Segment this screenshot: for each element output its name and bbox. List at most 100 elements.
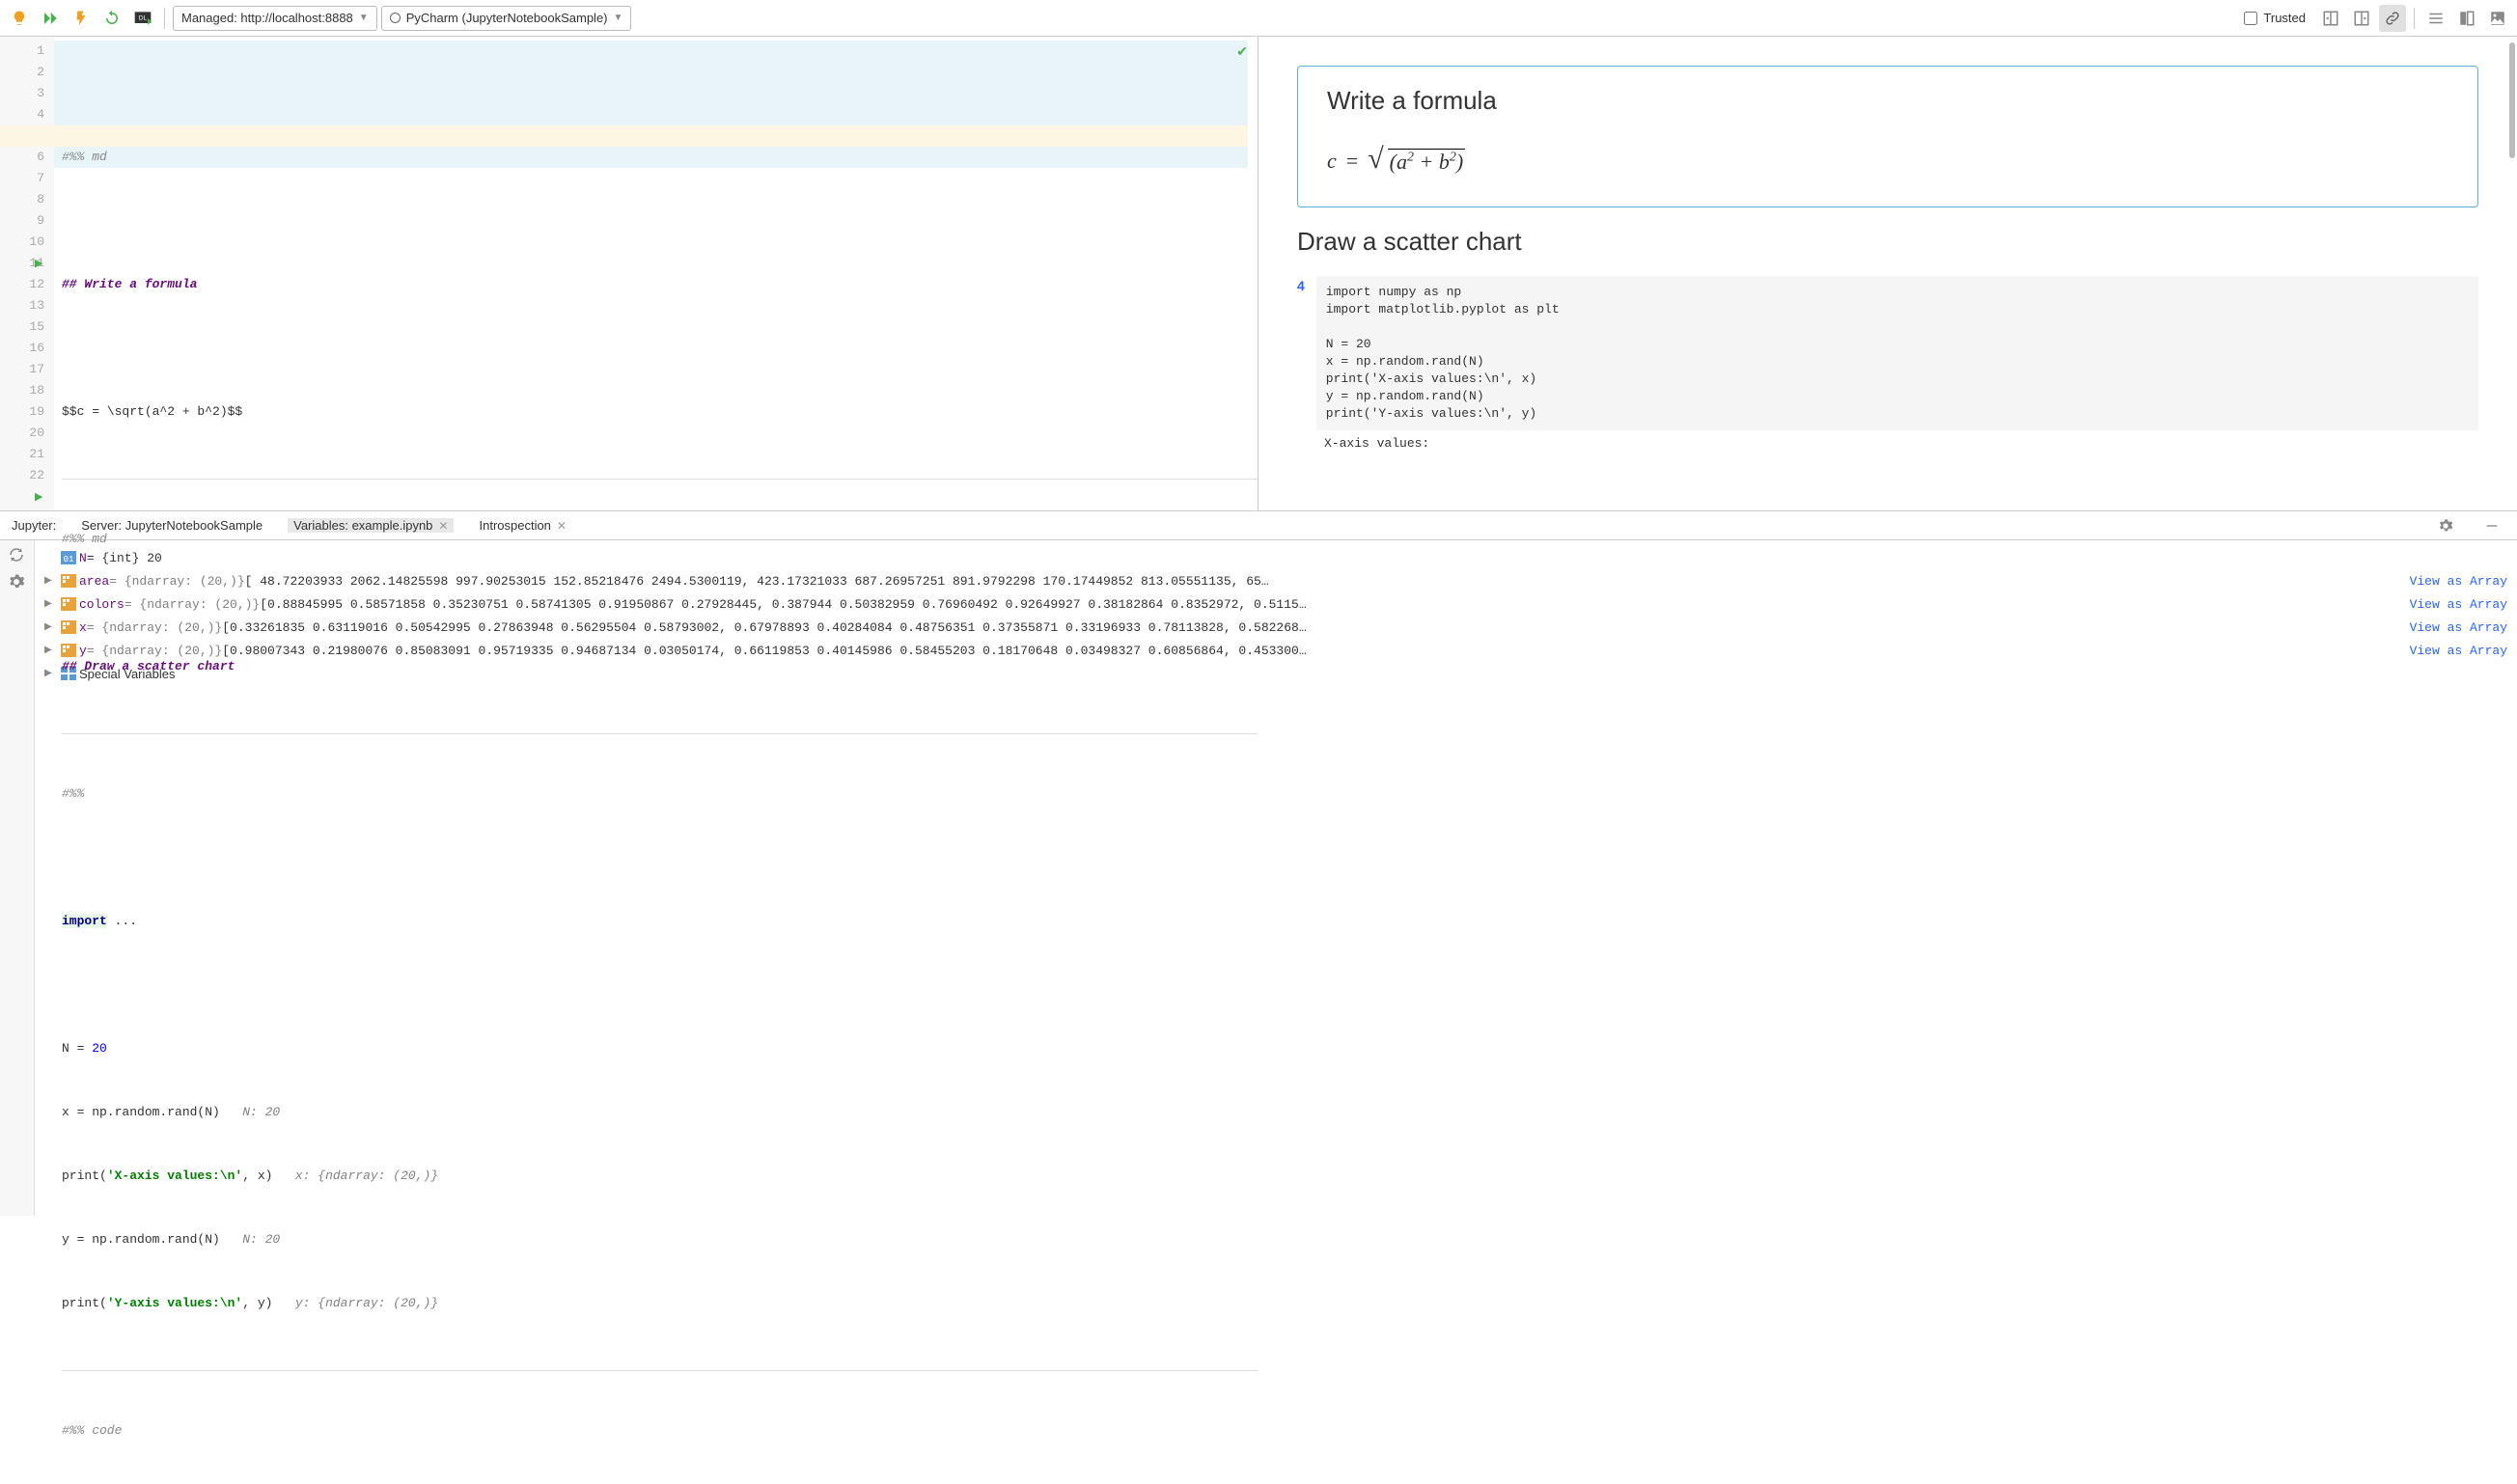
code-text: x = np.random.rand(N) [62,1105,220,1119]
code-text: ## Draw a scatter chart [62,659,235,673]
code-text: #%% md [62,150,107,164]
code-text: #%% [62,786,84,801]
line-number: 3 [0,83,44,104]
expand-icon[interactable]: ▶ [44,668,58,679]
separator [2414,8,2415,29]
line-number: 18 [0,380,44,401]
kernel-dropdown[interactable]: PyCharm (JupyterNotebookSample) ▼ [381,6,632,31]
trusted-input[interactable] [2244,12,2257,25]
settings-icon[interactable] [8,573,27,592]
line-number: 13 [0,295,44,316]
lightning-icon[interactable] [68,5,95,32]
code-text: N = [62,1041,92,1056]
view-as-array-link[interactable]: View as Array [2410,644,2507,658]
server-dropdown[interactable]: Managed: http://localhost:8888 ▼ [173,6,377,31]
line-number: 6 [0,147,44,168]
code-text: , y) [242,1296,272,1310]
link-icon[interactable] [2379,5,2406,32]
code-text: import [62,914,107,928]
jupyter-label: Jupyter: [12,518,56,533]
top-toolbar: DL Managed: http://localhost:8888 ▼ PyCh… [0,0,2517,37]
run-cell-icon[interactable]: ▶ [35,487,42,508]
cell-execution-count: 4 [1297,278,1305,430]
preview-code-block: import numpy as np import matplotlib.pyp… [1316,276,2478,430]
preview-heading: Write a formula [1327,86,2448,116]
inline-hint: y: {ndarray: (20,)} [272,1296,438,1310]
layout-icon-2[interactable] [2348,5,2375,32]
preview-formula: c= √(a2 + b2) [1327,145,2448,178]
preview-heading: Draw a scatter chart [1297,227,2478,257]
expand-icon[interactable]: ▶ [44,621,58,633]
line-gutter: 1 2 3 4 5 6 7 8 9 10 11 12 13 15 16 17 1… [0,37,54,510]
code-editor[interactable]: ✔ #%% md ## Write a formula $$c = \sqrt(… [54,37,1258,510]
expand-icon[interactable]: ▶ [44,598,58,610]
kernel-dropdown-label: PyCharm (JupyterNotebookSample) [406,11,608,25]
code-text: ## Write a formula [62,277,197,291]
chevron-down-icon: ▼ [359,13,369,23]
image-icon[interactable] [2484,5,2511,32]
code-text: ... [107,914,137,928]
status-ok-icon: ✔ [1236,42,1248,64]
split-icon[interactable] [2453,5,2480,32]
line-number: 21 [0,444,44,465]
expand-icon[interactable]: ▶ [44,645,58,656]
line-number: 9 [0,210,44,232]
view-as-array-link[interactable]: View as Array [2410,620,2507,635]
inline-hint: N: 20 [220,1232,280,1247]
view-as-array-link[interactable]: View as Array [2410,597,2507,612]
line-number: 8 [0,189,44,210]
line-number: 16 [0,338,44,359]
restart-icon[interactable] [98,5,125,32]
editor-pane: 1 2 3 4 5 6 7 8 9 10 11 12 13 15 16 17 1… [0,37,1258,510]
trusted-label: Trusted [2263,11,2306,25]
server-dropdown-label: Managed: http://localhost:8888 [181,11,353,25]
gear-icon[interactable] [2432,512,2459,539]
kernel-status-icon [390,13,401,23]
preview-markdown-cell[interactable]: Write a formula c= √(a2 + b2) [1297,66,2478,207]
reload-icon[interactable] [8,546,27,565]
inline-hint: x: {ndarray: (20,)} [272,1168,438,1183]
line-number: 12 [0,274,44,295]
preview-pane: Write a formula c= √(a2 + b2) Draw a sca… [1258,37,2517,510]
trusted-checkbox[interactable]: Trusted [2244,11,2306,25]
interrupt-icon[interactable]: DL [129,5,156,32]
line-number: 20 [0,423,44,444]
code-text: #%% md [62,532,107,546]
separator [164,8,165,29]
scrollbar[interactable] [2509,42,2515,158]
line-number: 22 [0,465,44,486]
code-text: print( [62,1168,107,1183]
expand-icon[interactable]: ▶ [44,575,58,587]
line-number: 17 [0,359,44,380]
run-cell-icon[interactable]: ▶ [35,254,42,275]
line-number: 19 [0,401,44,423]
line-number: 15 [0,316,44,338]
code-text: y = np.random.rand(N) [62,1232,220,1247]
line-number: 4 [0,104,44,125]
inline-hint: N: 20 [220,1105,280,1119]
code-text: 'X-axis values:\n' [107,1168,242,1183]
line-number: 2 [0,62,44,83]
line-number: 7 [0,168,44,189]
variables-toolbar [0,540,35,1216]
minimize-icon[interactable] [2478,512,2505,539]
code-text: 20 [92,1041,107,1056]
preview-code-cell[interactable]: 4 import numpy as np import matplotlib.p… [1297,276,2478,430]
list-icon[interactable] [2422,5,2449,32]
view-as-array-link[interactable]: View as Array [2410,574,2507,589]
run-all-icon[interactable] [37,5,64,32]
code-text: print( [62,1296,107,1310]
main-area: 1 2 3 4 5 6 7 8 9 10 11 12 13 15 16 17 1… [0,37,2517,511]
code-text: 'Y-axis values:\n' [107,1296,242,1310]
svg-text:DL: DL [139,14,148,21]
code-text: , x) [242,1168,272,1183]
layout-icon-1[interactable] [2317,5,2344,32]
preview-output: X-axis values: [1324,436,2478,451]
chevron-down-icon: ▼ [614,13,623,23]
line-number: 1 [0,41,44,62]
code-text: #%% code [62,1423,122,1438]
current-line-highlight [0,125,1248,147]
bulb-icon[interactable] [6,5,33,32]
code-text: $$c = \sqrt(a^2 + b^2)$$ [62,404,242,419]
line-number: 10 [0,232,44,253]
